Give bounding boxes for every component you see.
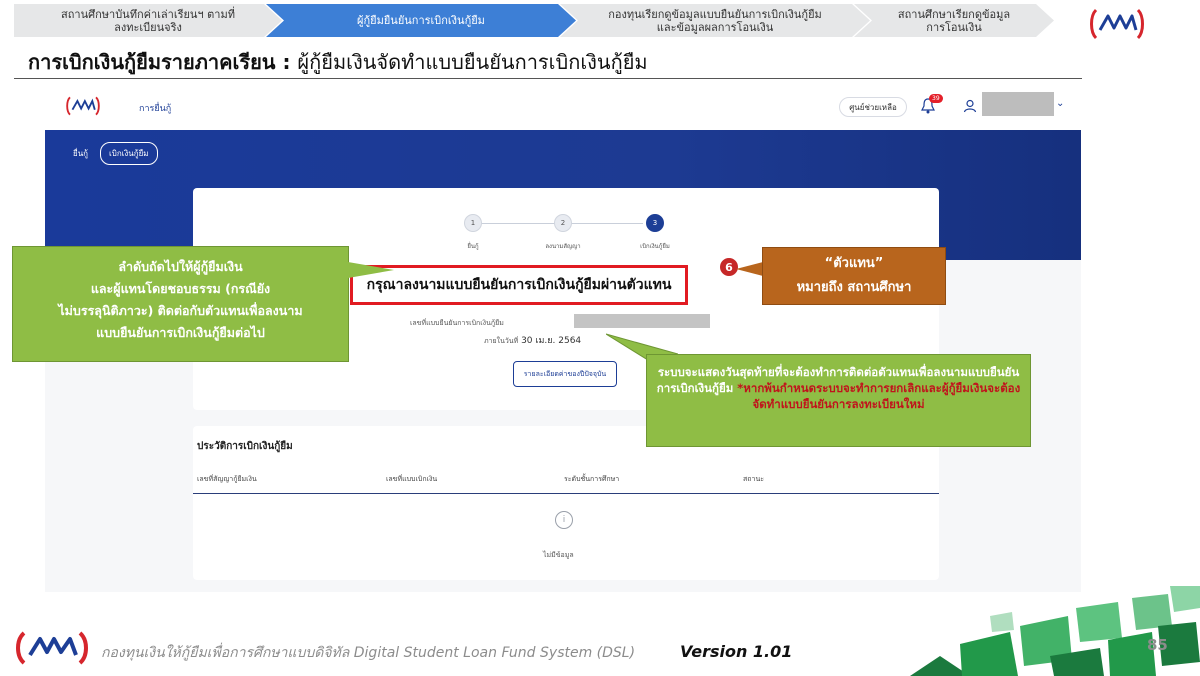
process-step-3: กองทุนเรียกดูข้อมูลแบบยืนยันการเบิกเงินก… <box>560 4 870 37</box>
slide-title-main: การเบิกเงินกู้ยืมรายภาคเรียน <box>28 50 276 74</box>
stepper-step-1-label: ยื่นกู้ <box>467 243 479 250</box>
next-step-line-3: ไม่บรรลุนิติภาวะ) ติดต่อกับตัวแทนเพื่อลง… <box>58 303 303 318</box>
next-step-line-1: ลำดับถัดไปให้ผู้กู้ยืมเงิน <box>118 259 243 274</box>
progress-stepper: 1 ยื่นกู้ 2 ลงนามสัญญา 3 เบิกเงินกู้ยืม <box>443 214 673 254</box>
next-step-callout-pointer <box>348 262 394 278</box>
stepper-step-3-number: 3 <box>646 214 664 232</box>
agent-definition-term: “ตัวแทน” <box>824 256 884 271</box>
deadline: ภายในวันที่ 30 เม.ย. 2564 <box>484 333 581 347</box>
agent-definition-callout: “ตัวแทน” หมายถึง สถานศึกษา <box>762 247 946 305</box>
process-step-3-line2: และข้อมูลผลการโอนเงิน <box>656 20 774 34</box>
process-step-3-line1: กองทุนเรียกดูข้อมูลแบบยืนยันการเบิกเงินก… <box>608 7 822 21</box>
history-col-contract: เลขที่สัญญากู้ยืมเงิน <box>197 475 257 483</box>
agent-callout-pointer <box>736 262 763 276</box>
info-icon: i <box>555 511 573 529</box>
process-step-4: สถานศึกษาเรียกดูข้อมูล การโอนเงิน <box>854 4 1054 37</box>
history-table-header: เลขที่สัญญากู้ยืมเงิน เลขที่แบบเบิกเงิน … <box>193 474 939 494</box>
next-step-callout: ลำดับถัดไปให้ผู้กู้ยืมเงิน และผู้แทนโดยช… <box>12 246 349 362</box>
history-card: ประวัติการเบิกเงินกู้ยืม เลขที่สัญญากู้ย… <box>193 426 939 580</box>
process-step-1-line1: สถานศึกษาบันทึกค่าเล่าเรียนฯ ตามที่ <box>61 7 235 21</box>
history-col-status: สถานะ <box>743 475 764 483</box>
notification-badge: 39 <box>929 94 943 103</box>
footer-fund-logo <box>16 631 88 665</box>
tab-apply-loan[interactable]: ยื่นกู้ <box>73 147 88 160</box>
chevron-down-icon[interactable]: ⌄ <box>1056 98 1064 109</box>
doc-number-redacted <box>574 314 710 328</box>
stepper-step-3-label: เบิกเงินกู้ยืม <box>640 243 670 250</box>
doc-number-label: เลขที่แบบยืนยันการเบิกเงินกู้ยืม <box>410 319 504 327</box>
decorative-squares <box>910 586 1200 676</box>
stepper-step-2: 2 ลงนามสัญญา <box>533 214 593 251</box>
deadline-label: ภายในวันที่ <box>484 337 519 345</box>
help-center-button[interactable]: ศูนย์ช่วยเหลือ <box>839 97 907 117</box>
next-step-line-4: แบบยืนยันการเบิกเงินกู้ยืมต่อไป <box>96 325 265 340</box>
stepper-step-2-label: ลงนามสัญญา <box>545 243 581 250</box>
deadline-callout: ระบบจะแสดงวันสุดท้ายที่จะต้องทำการติดต่อ… <box>646 354 1031 447</box>
process-steps: สถานศึกษาบันทึกค่าเล่าเรียนฯ ตามที่ ลงทะ… <box>14 4 1044 37</box>
process-step-4-line1: สถานศึกษาเรียกดูข้อมูล <box>897 7 1011 21</box>
slide-title-sub: ผู้กู้ยืมเงินจัดทำแบบยืนยันการเบิกเงินกู… <box>297 50 648 74</box>
user-icon[interactable] <box>963 99 977 113</box>
title-divider <box>14 78 1082 79</box>
footer-text: กองทุนเงินให้กู้ยืมเพื่อการศึกษาแบบดิจิท… <box>101 645 636 661</box>
footer-version: Version 1.01 <box>680 642 793 661</box>
stepper-step-2-number: 2 <box>554 214 572 232</box>
next-step-line-2: และผู้แทนโดยชอบธรรม (กรณียัง <box>90 281 271 296</box>
app-logo[interactable] <box>65 94 101 118</box>
fund-logo <box>1090 8 1144 40</box>
process-step-1: สถานศึกษาบันทึกค่าเล่าเรียนฯ ตามที่ ลงทะ… <box>14 4 282 37</box>
current-year-detail-button[interactable]: รายละเอียดค่าของปีปัจจุบัน <box>513 361 617 387</box>
stepper-step-1: 1 ยื่นกู้ <box>443 214 503 251</box>
history-col-level: ระดับชั้นการศึกษา <box>564 475 620 483</box>
sign-via-agent-headline: กรุณาลงนามแบบยืนยันการเบิกเงินกู้ยืมผ่าน… <box>350 265 688 305</box>
process-step-1-line2: ลงทะเบียนจริง <box>114 20 182 34</box>
slide-title-separator: : <box>282 50 291 74</box>
app-tabs: ยื่นกู้ เบิกเงินกู้ยืม <box>73 142 158 165</box>
agent-definition-meaning: หมายถึง สถานศึกษา <box>796 280 912 295</box>
stepper-step-1-number: 1 <box>464 214 482 232</box>
app-header: การยื่นกู้ ศูนย์ช่วยเหลือ 39 ⌄ <box>45 84 1081 130</box>
history-title: ประวัติการเบิกเงินกู้ยืม <box>197 441 293 452</box>
process-step-2: ผู้กู้ยืมยืนยันการเบิกเงินกู้ยืม <box>266 4 576 37</box>
stepper-step-3: 3 เบิกเงินกู้ยืม <box>625 214 685 251</box>
user-name-redacted[interactable] <box>982 92 1054 116</box>
deadline-callout-warning: *หากพ้นกำหนดระบบจะทำการยกเลิกและผู้กู้ยื… <box>737 381 1021 411</box>
page-number: 85 <box>1147 636 1168 654</box>
tab-disbursement[interactable]: เบิกเงินกู้ยืม <box>100 142 158 165</box>
history-col-form: เลขที่แบบเบิกเงิน <box>386 475 438 483</box>
empty-state-text: ไม่มีข้อมูล <box>543 551 574 559</box>
slide-title: การเบิกเงินกู้ยืมรายภาคเรียน : ผู้กู้ยืม… <box>28 46 648 78</box>
nav-item-loan[interactable]: การยื่นกู้ <box>139 101 171 115</box>
process-step-2-line1: ผู้กู้ยืมยืนยันการเบิกเงินกู้ยืม <box>357 14 485 27</box>
process-step-4-line2: การโอนเงิน <box>926 20 982 34</box>
deadline-value: 30 เม.ย. 2564 <box>521 336 582 346</box>
